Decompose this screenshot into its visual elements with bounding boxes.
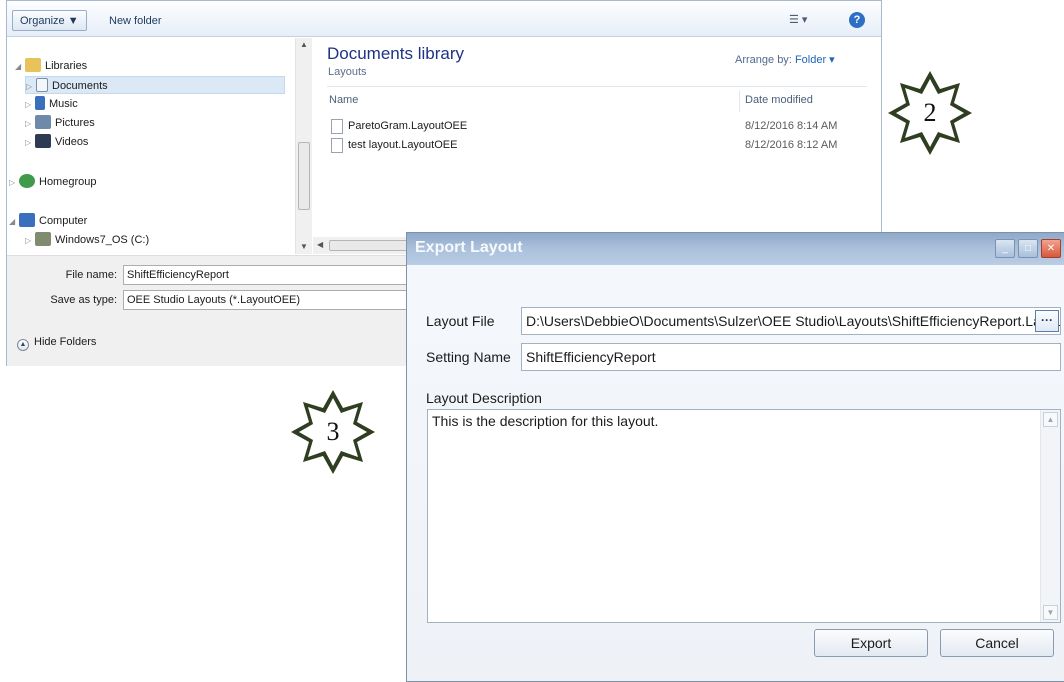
documents-icon bbox=[36, 78, 48, 92]
file-name-input[interactable]: ShiftEfficiencyReport bbox=[123, 265, 423, 285]
scrollbar-thumb[interactable] bbox=[298, 142, 310, 210]
nav-item-homegroup[interactable]: ▷ Homegroup bbox=[9, 173, 96, 191]
nav-label: Music bbox=[49, 98, 78, 110]
file-icon bbox=[331, 119, 343, 134]
scroll-up-icon[interactable]: ▲ bbox=[1043, 412, 1058, 427]
layout-description-label: Layout Description bbox=[426, 390, 542, 406]
nav-label: Videos bbox=[55, 136, 89, 148]
file-list-pane: Documents library Layouts Arrange by: Fo… bbox=[313, 38, 881, 254]
expand-arrow-icon[interactable]: ▷ bbox=[26, 78, 36, 96]
description-text: This is the description for this layout. bbox=[432, 413, 659, 429]
organize-button[interactable]: Organize ▼ bbox=[12, 10, 87, 31]
new-folder-button[interactable]: New folder bbox=[101, 10, 170, 31]
file-row[interactable]: test layout.LayoutOEE 8/12/2016 8:12 AM bbox=[331, 137, 871, 155]
file-icon bbox=[331, 138, 343, 153]
column-header-name[interactable]: Name bbox=[329, 94, 358, 106]
pictures-icon bbox=[35, 115, 51, 129]
arrange-by-dropdown[interactable]: Folder ▾ bbox=[795, 54, 835, 66]
save-as-type-select[interactable]: OEE Studio Layouts (*.LayoutOEE) bbox=[123, 290, 423, 310]
setting-name-label: Setting Name bbox=[426, 349, 511, 365]
expand-arrow-icon[interactable]: ◢ bbox=[15, 58, 25, 76]
library-title: Documents library bbox=[327, 44, 464, 63]
nav-item-libraries[interactable]: ◢ Libraries bbox=[15, 57, 87, 75]
badge-number: 2 bbox=[923, 98, 937, 127]
minimize-button[interactable]: _ bbox=[995, 239, 1015, 258]
nav-item-videos[interactable]: ▷ Videos bbox=[25, 133, 88, 151]
step-badge-2: 2 bbox=[884, 67, 976, 159]
step-badge-3: 3 bbox=[287, 386, 379, 478]
drive-icon bbox=[35, 232, 51, 246]
nav-item-documents[interactable]: ▷ Documents bbox=[25, 76, 285, 94]
music-icon bbox=[35, 96, 45, 110]
column-header-date[interactable]: Date modified bbox=[745, 94, 813, 106]
nav-item-pictures[interactable]: ▷ Pictures bbox=[25, 114, 95, 132]
arrange-by-label: Arrange by: bbox=[735, 54, 792, 66]
layout-file-label: Layout File bbox=[426, 313, 495, 329]
maximize-button[interactable]: □ bbox=[1018, 239, 1038, 258]
badge-number: 3 bbox=[326, 417, 340, 446]
navigation-pane: ◢ Libraries ▷ Documents ▷ Music ▷ Pictures ▷… bbox=[7, 38, 295, 254]
computer-icon bbox=[19, 213, 35, 227]
scroll-left-icon[interactable]: ◀ bbox=[317, 240, 323, 249]
description-scrollbar[interactable]: ▲ ▼ bbox=[1040, 410, 1060, 622]
toolbar: Organize ▼ New folder ☰ ▾ ? bbox=[7, 1, 881, 37]
nav-item-drive[interactable]: ▷ Windows7_OS (C:) bbox=[25, 231, 149, 249]
dialog-title: Export Layout bbox=[415, 239, 523, 256]
nav-label: Libraries bbox=[45, 60, 88, 72]
file-date: 8/12/2016 8:14 AM bbox=[745, 120, 838, 132]
nav-label: Homegroup bbox=[39, 176, 97, 188]
hide-folders-label: Hide Folders bbox=[34, 336, 97, 348]
export-button[interactable]: Export bbox=[814, 629, 928, 657]
save-as-type-label: Save as type: bbox=[50, 294, 117, 306]
file-date: 8/12/2016 8:12 AM bbox=[745, 139, 838, 151]
expand-arrow-icon[interactable]: ▷ bbox=[25, 115, 35, 133]
layout-description-textarea[interactable]: This is the description for this layout.… bbox=[427, 409, 1061, 623]
nav-scrollbar[interactable]: ▲ ▼ bbox=[295, 38, 312, 254]
nav-label: Pictures bbox=[55, 117, 95, 129]
divider bbox=[327, 86, 867, 87]
help-icon[interactable]: ? bbox=[849, 12, 865, 28]
close-button[interactable]: ✕ bbox=[1041, 239, 1061, 258]
collapse-icon: ▲ bbox=[17, 339, 29, 351]
nav-label: Documents bbox=[52, 80, 108, 92]
expand-arrow-icon[interactable]: ▷ bbox=[25, 134, 35, 152]
nav-item-computer[interactable]: ◢ Computer bbox=[9, 212, 87, 230]
browse-button[interactable]: ··· bbox=[1035, 310, 1059, 332]
libraries-icon bbox=[25, 58, 41, 72]
expand-arrow-icon[interactable]: ▷ bbox=[25, 96, 35, 114]
expand-arrow-icon[interactable]: ▷ bbox=[9, 174, 19, 192]
cancel-button[interactable]: Cancel bbox=[940, 629, 1054, 657]
file-row[interactable]: ParetoGram.LayoutOEE 8/12/2016 8:14 AM bbox=[331, 118, 871, 136]
videos-icon bbox=[35, 134, 51, 148]
export-layout-dialog: Export Layout _ □ ✕ Layout File D:\Users… bbox=[406, 232, 1064, 682]
expand-arrow-icon[interactable]: ▷ bbox=[25, 232, 35, 250]
arrange-by: Arrange by: Folder ▾ bbox=[735, 53, 835, 66]
scroll-down-icon[interactable]: ▼ bbox=[300, 242, 308, 251]
dialog-title-bar[interactable]: Export Layout _ □ ✕ bbox=[407, 233, 1064, 265]
column-divider[interactable] bbox=[739, 90, 740, 112]
layout-file-input[interactable]: D:\Users\DebbieO\Documents\Sulzer\OEE St… bbox=[521, 307, 1061, 335]
file-name: ParetoGram.LayoutOEE bbox=[348, 120, 468, 132]
nav-label: Computer bbox=[39, 215, 88, 227]
view-options-icon[interactable]: ☰ ▾ bbox=[789, 13, 807, 26]
nav-item-music[interactable]: ▷ Music bbox=[25, 95, 78, 113]
file-name: test layout.LayoutOEE bbox=[348, 139, 458, 151]
expand-arrow-icon[interactable]: ◢ bbox=[9, 213, 19, 231]
scroll-up-icon[interactable]: ▲ bbox=[300, 40, 308, 49]
homegroup-icon bbox=[19, 174, 35, 188]
library-subtitle: Layouts bbox=[328, 66, 367, 78]
setting-name-input[interactable]: ShiftEfficiencyReport bbox=[521, 343, 1061, 371]
nav-label: Windows7_OS (C:) bbox=[55, 234, 150, 246]
scroll-down-icon[interactable]: ▼ bbox=[1043, 605, 1058, 620]
file-name-label: File name: bbox=[65, 269, 117, 281]
hide-folders-button[interactable]: ▲ Hide Folders bbox=[17, 336, 96, 351]
